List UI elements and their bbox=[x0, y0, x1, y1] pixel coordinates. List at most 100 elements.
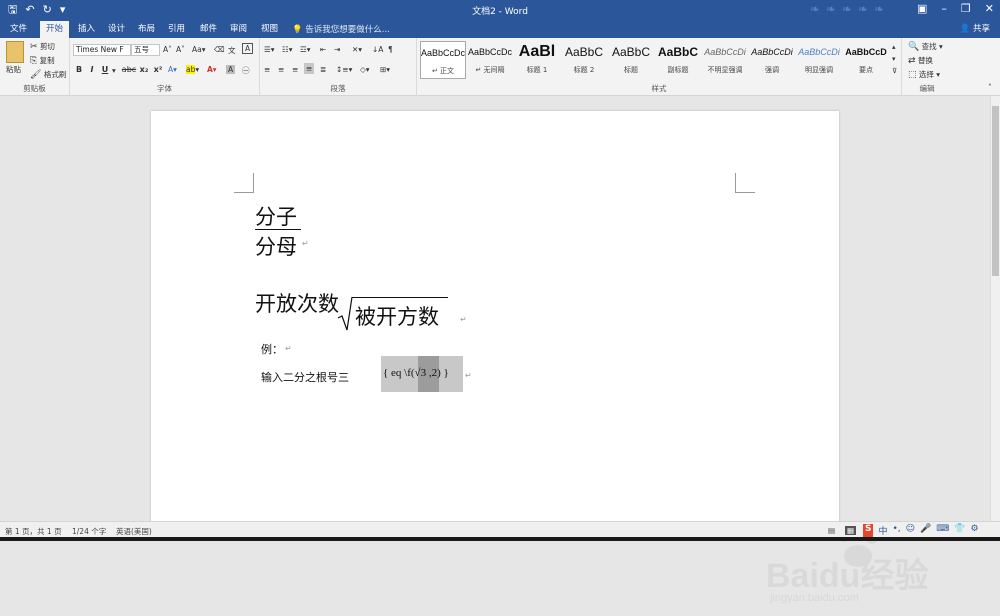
sort-button[interactable]: ↓A bbox=[372, 45, 383, 54]
style-heading-2[interactable]: AaBbC 标题 2 bbox=[561, 41, 607, 79]
radical-sign-icon bbox=[337, 296, 353, 331]
char-border-button[interactable]: A bbox=[242, 43, 254, 54]
decrease-indent-button[interactable]: ⇤ bbox=[320, 45, 326, 54]
enclose-char-button[interactable]: ㊀ bbox=[242, 65, 250, 76]
font-size-combo[interactable]: 五号 bbox=[131, 44, 160, 56]
collapse-ribbon-icon[interactable]: ˄ bbox=[988, 83, 992, 92]
styles-scroll[interactable]: ▴ ▾ ⊽ bbox=[892, 41, 897, 77]
increase-indent-button[interactable]: ⇥ bbox=[334, 45, 340, 54]
share-button[interactable]: 👤 共享 bbox=[960, 22, 990, 34]
restore-icon[interactable]: ❐ bbox=[961, 2, 971, 15]
ribbon-display-icon[interactable]: ▣ bbox=[917, 2, 927, 15]
tab-home[interactable]: 开始 bbox=[40, 21, 70, 38]
tab-view[interactable]: 视图 bbox=[261, 23, 278, 38]
shrink-font-button[interactable]: A˅ bbox=[176, 45, 185, 54]
underline-button[interactable]: U bbox=[99, 65, 111, 74]
cut-button[interactable]: ✂ 剪切 bbox=[30, 41, 55, 52]
bullets-button[interactable]: ☰▾ bbox=[264, 45, 275, 54]
format-painter-button[interactable]: 🖌 格式刷 bbox=[30, 69, 66, 80]
ribbon: 粘贴 ✂ 剪切 ⎘ 复制 🖌 格式刷 剪贴板 Times New F 五号 A˄… bbox=[0, 38, 1000, 96]
style-sample: AaBbCcDc bbox=[467, 47, 512, 57]
field-code-text[interactable]: { eq \f(√3 ,2) } bbox=[383, 367, 449, 379]
style-intense-emphasis[interactable]: AaBbCcDi 明显强调 bbox=[796, 41, 842, 79]
replace-button[interactable]: ⇄ 替换 bbox=[908, 55, 933, 66]
change-case-button[interactable]: Aa▾ bbox=[192, 45, 206, 54]
style-normal[interactable]: AaBbCcDc ↵ 正文 bbox=[420, 41, 466, 79]
page-count[interactable]: 第 1 页，共 1 页 bbox=[5, 526, 62, 537]
sogou-icon[interactable]: S bbox=[863, 524, 874, 537]
minimize-icon[interactable]: – bbox=[941, 2, 947, 15]
tab-mailings[interactable]: 邮件 bbox=[200, 23, 217, 38]
print-layout-icon[interactable]: ▦ bbox=[845, 526, 857, 535]
tab-insert[interactable]: 插入 bbox=[78, 23, 95, 38]
emoji-icon[interactable]: ☺ bbox=[906, 524, 915, 537]
clear-format-button[interactable]: ⌫ bbox=[214, 45, 225, 54]
word-count[interactable]: 1/24 个字 bbox=[72, 526, 106, 537]
paragraph-group: ☰▾ ☷▾ ☲▾ ⇤ ⇥ ✕▾ ↓A ¶ ≡ ≡ ≡ ≡ ≣ ↕≡▾ ◇▾ ⊞▾… bbox=[260, 38, 417, 96]
align-right-button[interactable]: ≡ bbox=[292, 65, 298, 74]
char-shading-button[interactable]: A bbox=[226, 65, 236, 74]
tab-file[interactable]: 文件 bbox=[10, 23, 27, 38]
punctuation-icon[interactable]: •, bbox=[893, 524, 901, 537]
document-page[interactable]: 分子 分母 ↵ 开放次数 被开方数 ↵ 例： ↵ 输入二分之根号三 { eq \… bbox=[151, 111, 839, 531]
chinese-mode-icon[interactable]: 中 bbox=[878, 524, 887, 537]
multilevel-list-button[interactable]: ☲▾ bbox=[300, 45, 311, 54]
select-icon: ⬚ bbox=[908, 70, 917, 80]
font-name-combo[interactable]: Times New F bbox=[73, 44, 131, 56]
style-subtitle[interactable]: AaBbC 副标题 bbox=[655, 41, 701, 79]
superscript-button[interactable]: x² bbox=[152, 65, 164, 74]
skin-icon[interactable]: ⚙ bbox=[971, 524, 979, 537]
distributed-button[interactable]: ≣ bbox=[320, 65, 326, 74]
close-icon[interactable]: ✕ bbox=[985, 2, 994, 15]
shading-button[interactable]: ◇▾ bbox=[360, 65, 370, 74]
grow-font-button[interactable]: A˄ bbox=[163, 45, 172, 54]
justify-button[interactable]: ≡ bbox=[304, 63, 315, 74]
borders-button[interactable]: ⊞▾ bbox=[380, 65, 390, 74]
style-subtle-emphasis[interactable]: AaBbCcDi 不明显强调 bbox=[702, 41, 748, 79]
paste-button[interactable]: 粘贴 bbox=[6, 64, 21, 75]
user-icon[interactable]: 👕 bbox=[954, 524, 965, 537]
chinese-layout-button[interactable]: ✕▾ bbox=[352, 45, 362, 54]
microphone-icon[interactable]: 🎤 bbox=[920, 524, 931, 537]
underline-dropdown[interactable]: ▾ bbox=[112, 66, 116, 75]
strikethrough-button[interactable]: abc bbox=[120, 65, 138, 74]
radicand: 被开方数 bbox=[355, 305, 439, 329]
align-center-button[interactable]: ≡ bbox=[278, 65, 284, 74]
find-button[interactable]: 🔍 查找 ▾ bbox=[908, 41, 943, 52]
tab-design[interactable]: 设计 bbox=[108, 23, 125, 38]
margin-corner-top-right bbox=[735, 173, 755, 193]
style-name: ↵ 无间隔 bbox=[475, 66, 505, 74]
highlight-button[interactable]: ab▾ bbox=[186, 65, 199, 74]
language-status[interactable]: 英语(美国) bbox=[116, 526, 152, 537]
read-mode-icon[interactable]: ▤ bbox=[828, 526, 835, 535]
keyboard-icon[interactable]: ⌨ bbox=[936, 524, 949, 537]
scrollbar-thumb[interactable] bbox=[992, 106, 999, 276]
paste-icon[interactable] bbox=[6, 41, 24, 63]
paragraph-group-label: 段落 bbox=[330, 84, 346, 93]
tab-review[interactable]: 审阅 bbox=[230, 23, 247, 38]
line-spacing-button[interactable]: ↕≡▾ bbox=[336, 65, 352, 74]
numbering-button[interactable]: ☷▾ bbox=[282, 45, 293, 54]
phonetic-guide-button[interactable]: 文 bbox=[228, 45, 236, 56]
bold-button[interactable]: B bbox=[73, 65, 85, 74]
subscript-button[interactable]: x₂ bbox=[138, 65, 150, 74]
font-color-button[interactable]: A▾ bbox=[207, 65, 217, 74]
select-button[interactable]: ⬚ 选择 ▾ bbox=[908, 69, 940, 80]
style-title[interactable]: AaBbC 标题 bbox=[608, 41, 654, 79]
style-strong[interactable]: AaBbCcD 要点 bbox=[843, 41, 889, 79]
style-emphasis[interactable]: AaBbCcDi 强调 bbox=[749, 41, 795, 79]
tab-layout[interactable]: 布局 bbox=[138, 23, 155, 38]
text-effects-button[interactable]: A▾ bbox=[168, 65, 177, 74]
tab-references[interactable]: 引用 bbox=[168, 23, 185, 38]
align-left-button[interactable]: ≡ bbox=[264, 65, 270, 74]
style-sample: AaBbCcDi bbox=[751, 47, 793, 57]
copy-button[interactable]: ⎘ 复制 bbox=[30, 55, 55, 66]
style-heading-1[interactable]: AaBl 标题 1 bbox=[514, 41, 560, 79]
style-no-spacing[interactable]: AaBbCcDc ↵ 无间隔 bbox=[467, 41, 513, 79]
italic-button[interactable]: I bbox=[86, 65, 98, 74]
window-title: 文档2 - Word bbox=[472, 7, 528, 17]
style-sample: AaBl bbox=[518, 43, 556, 60]
show-marks-button[interactable]: ¶ bbox=[388, 45, 393, 54]
vertical-scrollbar[interactable] bbox=[990, 96, 1000, 521]
tell-me-search[interactable]: 💡 告诉我您想要做什么... bbox=[292, 23, 390, 35]
